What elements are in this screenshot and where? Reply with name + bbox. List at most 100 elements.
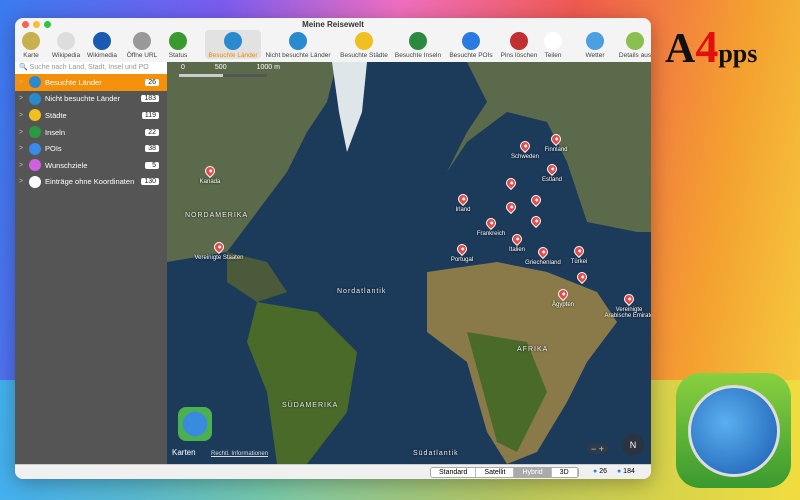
total-count: 184 xyxy=(623,468,635,475)
toolbar-label: Wikipedia xyxy=(51,52,81,59)
minimize-button[interactable] xyxy=(33,21,40,28)
pin-label: Kanada xyxy=(199,179,221,185)
toolbar-label: Details aus xyxy=(618,52,651,59)
map-view[interactable]: 0 500 1000 m NORDAMERIKA Nordatlantik AFRIKA… xyxy=(167,62,651,464)
category-icon xyxy=(29,76,41,89)
pin-label: Türkei xyxy=(570,259,588,265)
toolbar-city-check-button[interactable]: Besuchte Städte xyxy=(337,30,391,59)
region-label: NORDAMERIKA xyxy=(185,212,249,219)
toolbar-label: Karte xyxy=(23,52,39,59)
count-badge: 119 xyxy=(141,111,159,119)
sidebar-item-label: Städte xyxy=(45,110,67,120)
toolbar-map-button[interactable]: Karte xyxy=(21,30,41,59)
weather-icon xyxy=(586,32,604,50)
chevron-right-icon[interactable]: > xyxy=(19,95,27,102)
sidebar-item[interactable]: > POIs 38 xyxy=(15,140,167,157)
visited-globe-icon: ● xyxy=(593,468,598,475)
map-mode-3d[interactable]: 3D xyxy=(551,468,578,477)
region-label: AFRIKA xyxy=(517,346,549,353)
sidebar-item[interactable]: > Besuchte Länder 26 xyxy=(15,74,167,91)
legal-link[interactable]: Rechtl. Informationen xyxy=(211,450,268,458)
toolbar-wikipedia-button[interactable]: Wikipedia xyxy=(51,30,81,59)
category-icon xyxy=(29,175,41,188)
pin-label: Finnland xyxy=(544,147,568,153)
toolbar-details-button[interactable]: Details aus xyxy=(617,30,651,59)
map-icon xyxy=(22,32,40,50)
sidebar-item[interactable]: > Inseln 22 xyxy=(15,124,167,141)
category-icon xyxy=(29,92,41,105)
zoom-in-button[interactable]: + xyxy=(599,444,604,454)
chevron-right-icon[interactable]: > xyxy=(19,112,27,119)
scale-bar: 0 500 1000 m xyxy=(181,64,280,71)
toolbar: Karte Wikipedia Wikimedia Öffne URL Status Be… xyxy=(15,30,651,62)
sidebar: 🔍 Suche nach Land, Stadt, Insel und PO >… xyxy=(15,62,167,464)
sidebar-item[interactable]: > Wunschziele 5 xyxy=(15,157,167,174)
search-input[interactable]: 🔍 Suche nach Land, Stadt, Insel und PO xyxy=(15,62,167,74)
sidebar-item-label: POIs xyxy=(45,144,62,154)
toolbar-label: Besuchte Länder xyxy=(208,52,258,59)
toolbar-globe-button[interactable]: Nicht besuchte Länder xyxy=(263,30,333,59)
globe-icon xyxy=(289,32,307,50)
pin-delete-icon xyxy=(510,32,528,50)
category-icon xyxy=(29,142,41,155)
wikimedia-icon xyxy=(93,32,111,50)
map-mode-hybrid[interactable]: Hybrid xyxy=(514,468,552,477)
sidebar-item[interactable]: > Einträge ohne Koordinaten 130 xyxy=(15,174,167,191)
sidebar-item-label: Nicht besuchte Länder xyxy=(45,94,121,104)
toolbar-poi-check-button[interactable]: Besuchte POIs xyxy=(447,30,495,59)
category-icon xyxy=(29,109,41,122)
toolbar-label: Besuchte Inseln xyxy=(394,52,442,59)
status-bar: Standard Satellit Hybrid 3D ● 26 ● 184 xyxy=(15,464,651,479)
chevron-right-icon[interactable]: > xyxy=(19,129,27,136)
close-button[interactable] xyxy=(22,21,29,28)
category-icon xyxy=(29,159,41,172)
window-title: Meine Reisewelt xyxy=(302,20,364,29)
map-mode-satellit[interactable]: Satellit xyxy=(476,468,515,477)
app-icon-large xyxy=(676,373,791,488)
count-badge: 183 xyxy=(141,95,159,103)
toolbar-island-check-button[interactable]: Besuchte Inseln xyxy=(393,30,443,59)
chevron-right-icon[interactable]: > xyxy=(19,178,27,185)
count-badge: 5 xyxy=(145,161,159,169)
pin-label: Ägypten xyxy=(551,302,575,308)
toolbar-arrow-right-button[interactable]: Öffne URL xyxy=(125,30,159,59)
toolbar-globe-check-button[interactable]: Besuchte Länder xyxy=(205,30,261,59)
toolbar-wikimedia-button[interactable]: Wikimedia xyxy=(87,30,117,59)
count-badge: 26 xyxy=(145,78,159,86)
chevron-right-icon[interactable]: > xyxy=(19,79,27,86)
app-icon xyxy=(178,407,212,441)
zoom-out-button[interactable]: − xyxy=(591,444,596,454)
pin-label: Estland xyxy=(541,177,563,183)
sidebar-item-label: Wunschziele xyxy=(45,160,88,170)
map-mode-standard[interactable]: Standard xyxy=(431,468,477,477)
region-label: SÜDAMERIKA xyxy=(282,402,339,409)
sidebar-item-label: Einträge ohne Koordinaten xyxy=(45,177,135,187)
poi-check-icon xyxy=(462,32,480,50)
scale-label: 1000 m xyxy=(256,64,280,71)
scale-label: 0 xyxy=(181,64,185,71)
toolbar-share-button[interactable]: Teilen xyxy=(541,30,565,59)
toolbar-pin-delete-button[interactable]: Pins löschen xyxy=(499,30,539,59)
wikipedia-icon xyxy=(57,32,75,50)
maps-brand: Karten xyxy=(172,448,196,457)
region-label: Südatlantik xyxy=(413,450,459,457)
pin-label: Italien xyxy=(508,247,526,253)
chevron-right-icon[interactable]: > xyxy=(19,145,27,152)
region-label: Nordatlantik xyxy=(337,288,387,295)
sidebar-item-label: Besuchte Länder xyxy=(45,77,102,87)
apps4me-logo: A4pps xyxy=(665,21,758,72)
toolbar-status-globe-button[interactable]: Status xyxy=(165,30,191,59)
scale-label: 500 xyxy=(214,64,227,71)
compass-button[interactable]: N xyxy=(622,434,644,456)
sidebar-item[interactable]: > Nicht besuchte Länder 183 xyxy=(15,91,167,108)
status-globe-icon xyxy=(169,32,187,50)
pin-label: Schweden xyxy=(510,154,540,160)
toolbar-label: Öffne URL xyxy=(126,52,158,59)
count-badge: 130 xyxy=(141,178,159,186)
globe-icon: ● xyxy=(616,468,622,475)
zoom-button[interactable] xyxy=(44,21,51,28)
toolbar-label: Pins löschen xyxy=(500,52,538,59)
sidebar-item[interactable]: > Städte 119 xyxy=(15,107,167,124)
toolbar-weather-button[interactable]: Wetter xyxy=(583,30,607,59)
chevron-right-icon[interactable]: > xyxy=(19,162,27,169)
